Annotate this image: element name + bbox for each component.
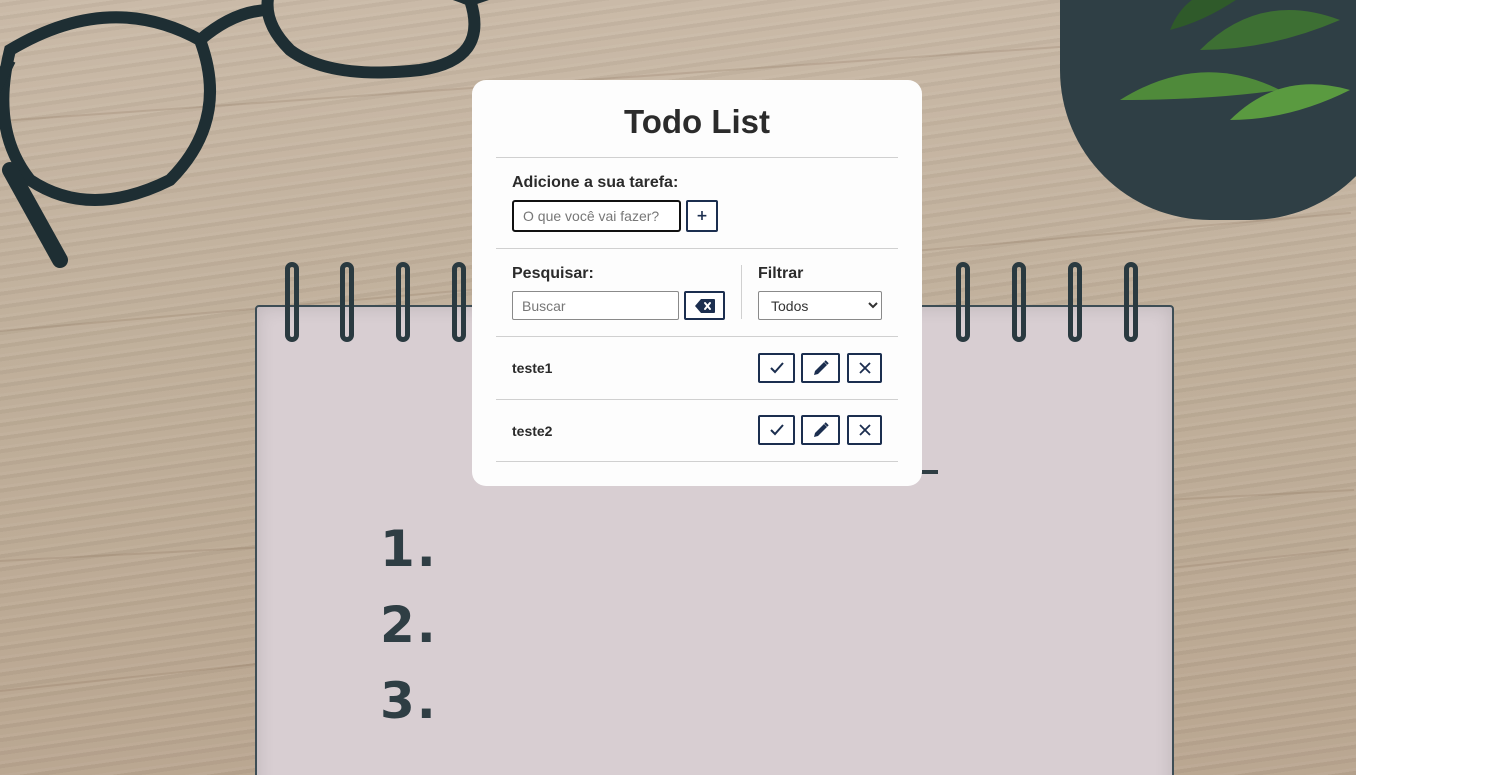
notebook-ring: [1124, 262, 1138, 342]
notebook-ring: [452, 262, 466, 342]
todo-text: teste1: [512, 360, 553, 376]
todo-card: Todo List Adicione a sua tarefa: + Pesqu…: [472, 80, 922, 486]
complete-todo-button[interactable]: [758, 415, 795, 445]
pencil-icon: [813, 360, 829, 375]
divider: [496, 461, 898, 462]
notebook-ring: [285, 262, 299, 342]
add-task-input[interactable]: [512, 200, 681, 232]
close-icon: [858, 424, 871, 436]
plant-leaves-illustration: [1120, 0, 1350, 120]
filter-select[interactable]: Todos: [758, 291, 882, 320]
check-icon: [769, 362, 784, 374]
notebook-ring: [340, 262, 354, 342]
divider: [496, 399, 898, 400]
notebook-ring: [956, 262, 970, 342]
remove-todo-button[interactable]: [847, 353, 882, 383]
notebook-number-3: 3.: [380, 672, 438, 730]
check-icon: [769, 424, 784, 436]
remove-todo-button[interactable]: [847, 415, 882, 445]
notebook-ring: [396, 262, 410, 342]
add-task-button[interactable]: +: [686, 200, 718, 232]
notebook-number-2: 2.: [380, 596, 438, 654]
backspace-icon: [694, 298, 715, 313]
edit-todo-button[interactable]: [801, 353, 840, 383]
add-task-label: Adicione a sua tarefa:: [512, 174, 679, 191]
search-label: Pesquisar:: [512, 265, 594, 282]
divider: [496, 336, 898, 337]
page-title: Todo List: [623, 103, 771, 140]
filter-label: Filtrar: [758, 265, 804, 282]
close-icon: [858, 362, 871, 374]
glasses-illustration: [0, 0, 489, 268]
section-divider: [741, 265, 742, 319]
pencil-icon: [813, 422, 829, 437]
todo-text: teste2: [512, 423, 553, 439]
complete-todo-button[interactable]: [758, 353, 795, 383]
search-input[interactable]: [512, 291, 679, 320]
edit-todo-button[interactable]: [801, 415, 840, 445]
clear-search-button[interactable]: [684, 291, 725, 320]
notebook-ring: [1012, 262, 1026, 342]
notebook-number-1: 1.: [380, 520, 438, 578]
notebook-ring: [1068, 262, 1082, 342]
divider: [496, 248, 898, 249]
divider: [496, 157, 898, 158]
